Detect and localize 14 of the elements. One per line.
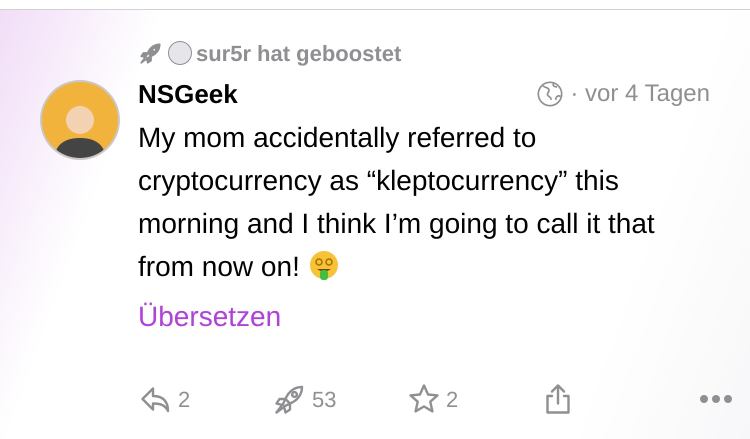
translate-link[interactable]: Übersetzen bbox=[138, 296, 710, 338]
post-text: My mom accidentally referred to cryptocurrency as “kleptocurrency” this morning and I think I’m going to call it that from now on! bbox=[138, 121, 656, 284]
user-avatar bbox=[168, 41, 192, 65]
more-icon bbox=[698, 394, 734, 404]
boost-button[interactable]: 53 bbox=[272, 381, 406, 417]
more-button[interactable] bbox=[698, 394, 734, 404]
boost-label: hat geboostet bbox=[257, 40, 402, 68]
globe-icon bbox=[536, 80, 564, 108]
money-face-icon bbox=[308, 250, 340, 282]
boost-user[interactable]: sur5r bbox=[196, 36, 252, 70]
author-name[interactable]: NSGeek bbox=[138, 74, 238, 114]
reply-button[interactable]: 2 bbox=[138, 381, 272, 417]
favourite-button[interactable]: 2 bbox=[406, 381, 540, 417]
post-time: · vor 4 Tagen bbox=[570, 79, 710, 109]
